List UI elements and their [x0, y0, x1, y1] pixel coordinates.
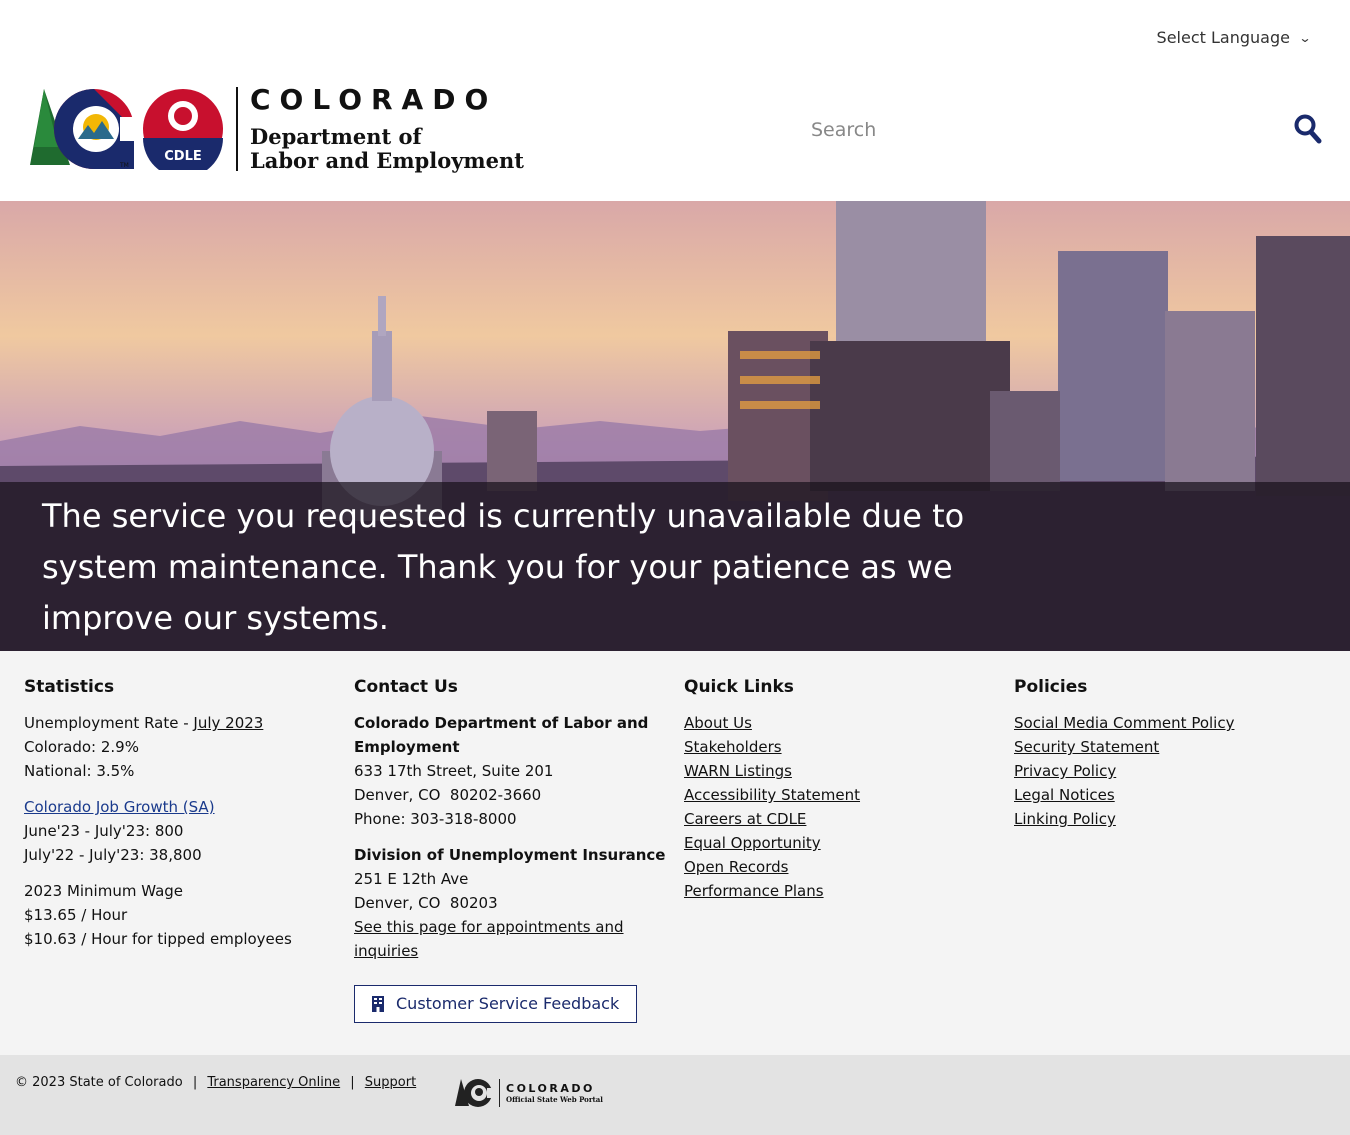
unemployment-month-link[interactable]: July 2023 — [193, 714, 263, 732]
hero-banner: The service you requested is currently u… — [0, 201, 1350, 651]
separator: | — [350, 1075, 355, 1090]
cdle-logo[interactable]: TM CDLE COLORADO Department of Labor and… — [30, 83, 524, 173]
quick-links-column: Quick Links About Us Stakeholders WARN L… — [684, 675, 1004, 903]
logo-state-name: COLORADO — [250, 83, 498, 116]
org1-phone: Phone: 303-318-8000 — [354, 810, 517, 828]
statistics-heading: Statistics — [24, 677, 115, 697]
quick-link-about-us[interactable]: About Us — [684, 714, 752, 732]
policy-legal-notices[interactable]: Legal Notices — [1014, 786, 1115, 804]
search-button[interactable] — [1294, 114, 1322, 148]
policies-column: Policies Social Media Comment Policy Sec… — [1014, 675, 1334, 831]
site-header: Select Language ⌄ TM CDLE COLORADO Depar… — [0, 0, 1350, 201]
job-growth-monthly: June'23 - July'23: 800 — [24, 822, 184, 840]
transparency-link[interactable]: Transparency Online — [207, 1075, 340, 1090]
colorado-c-logo-icon: TM — [30, 89, 136, 169]
quick-link-open-records[interactable]: Open Records — [684, 858, 788, 876]
logo-dept-line2: Labor and Employment — [250, 148, 524, 173]
language-selector[interactable]: Select Language ⌄ — [1156, 28, 1312, 47]
chevron-down-icon: ⌄ — [1298, 30, 1312, 45]
colorado-c-mini-icon — [455, 1079, 493, 1107]
org1-address: 633 17th Street, Suite 201 — [354, 762, 554, 780]
search-input[interactable] — [798, 119, 1268, 141]
separator: | — [192, 1075, 198, 1090]
org2-city: Denver, CO 80203 — [354, 894, 498, 912]
quick-links-list: About Us Stakeholders WARN Listings Acce… — [684, 711, 1004, 903]
maintenance-message: The service you requested is currently u… — [42, 497, 965, 637]
national-rate: National: 3.5% — [24, 762, 135, 780]
min-wage-standard: $13.65 / Hour — [24, 906, 128, 924]
org1-name: Colorado Department of Labor and Employm… — [354, 714, 649, 756]
policy-social-media[interactable]: Social Media Comment Policy — [1014, 714, 1234, 732]
min-wage-tipped: $10.63 / Hour for tipped employees — [24, 930, 292, 948]
cdle-badge-icon: CDLE — [143, 89, 223, 170]
policies-list: Social Media Comment Policy Security Sta… — [1014, 711, 1334, 831]
quick-links-heading: Quick Links — [684, 677, 794, 697]
support-link[interactable]: Support — [365, 1075, 416, 1090]
quick-link-careers[interactable]: Careers at CDLE — [684, 810, 806, 828]
logo-dept-line1: Department of — [250, 124, 422, 149]
org2-address: 251 E 12th Ave — [354, 870, 469, 888]
unemployment-prefix: Unemployment Rate - — [24, 714, 194, 732]
policy-security[interactable]: Security Statement — [1014, 738, 1159, 756]
colorado-rate: Colorado: 2.9% — [24, 738, 139, 756]
feedback-label: Customer Service Feedback — [396, 994, 620, 1013]
badge-text: CDLE — [164, 149, 202, 164]
contact-column: Contact Us Colorado Department of Labor … — [354, 675, 674, 1023]
customer-feedback-button[interactable]: Customer Service Feedback — [354, 985, 638, 1023]
org1-city: Denver, CO 80202-3660 — [354, 786, 542, 804]
portal-name: COLORADO — [506, 1082, 595, 1095]
org2-name: Division of Unemployment Insurance — [354, 846, 666, 864]
quick-link-stakeholders[interactable]: Stakeholders — [684, 738, 782, 756]
portal-subtitle: Official State Web Portal — [506, 1095, 603, 1104]
contact-heading: Contact Us — [354, 677, 458, 697]
appointments-link[interactable]: See this page for appointments and inqui… — [354, 918, 624, 960]
copyright-text: © 2023 State of Colorado — [15, 1075, 183, 1090]
footer-main: Statistics Unemployment Rate - July 2023… — [0, 651, 1350, 1055]
quick-link-equal-opportunity[interactable]: Equal Opportunity — [684, 834, 821, 852]
search-icon — [1294, 114, 1322, 144]
portal-divider — [499, 1079, 500, 1107]
svg-text:TM: TM — [119, 162, 129, 169]
job-growth-link[interactable]: Colorado Job Growth (SA) — [24, 798, 215, 816]
state-portal-logo[interactable]: COLORADO Official State Web Portal — [455, 1078, 603, 1108]
search-bar — [798, 108, 1328, 152]
policies-heading: Policies — [1014, 677, 1088, 697]
quick-link-performance-plans[interactable]: Performance Plans — [684, 882, 824, 900]
language-label: Select Language — [1156, 28, 1290, 47]
logo-divider — [236, 87, 238, 171]
min-wage-title: 2023 Minimum Wage — [24, 882, 184, 900]
job-growth-yearly: July'22 - July'23: 38,800 — [24, 846, 202, 864]
quick-link-warn-listings[interactable]: WARN Listings — [684, 762, 792, 780]
statistics-column: Statistics Unemployment Rate - July 2023… — [24, 675, 344, 963]
building-icon — [372, 996, 384, 1012]
legal-links: © 2023 State of Colorado | Transparency … — [15, 1075, 416, 1090]
policy-linking[interactable]: Linking Policy — [1014, 810, 1116, 828]
quick-link-accessibility[interactable]: Accessibility Statement — [684, 786, 860, 804]
bottom-bar: © 2023 State of Colorado | Transparency … — [0, 1055, 1350, 1135]
policy-privacy[interactable]: Privacy Policy — [1014, 762, 1116, 780]
